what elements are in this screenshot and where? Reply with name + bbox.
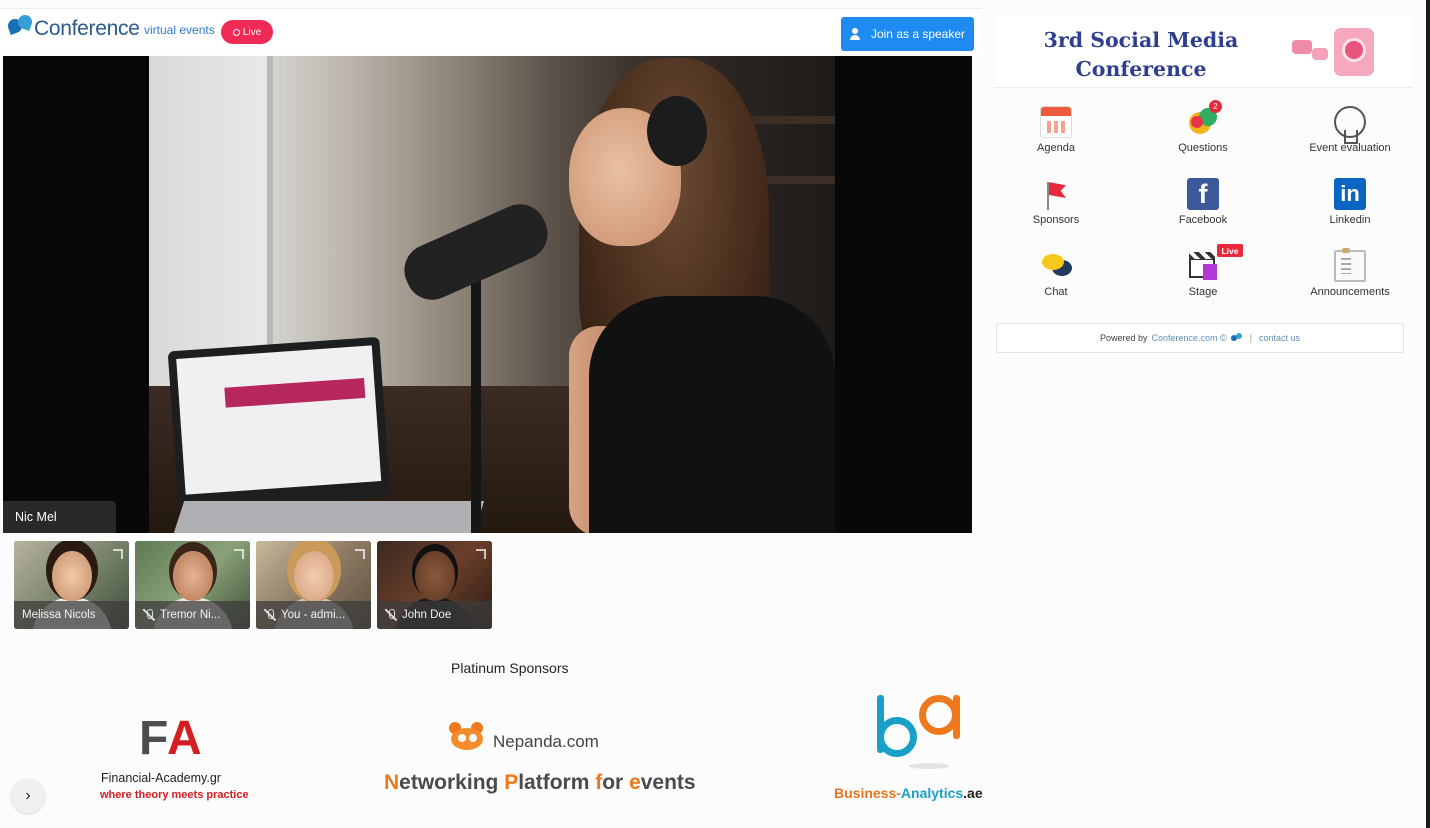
tagline-part: or xyxy=(602,771,630,794)
participant-name: John Doe xyxy=(402,609,452,621)
tile-linkedin[interactable]: in Linkedin xyxy=(1288,176,1412,238)
conference-link[interactable]: Conference.com © xyxy=(1151,333,1226,343)
tile-questions[interactable]: 2 Questions xyxy=(1118,100,1288,166)
social-media-illustration-icon xyxy=(1290,28,1390,78)
ba-name-part: Business- xyxy=(834,785,901,801)
speaker-video xyxy=(149,56,835,533)
questions-count-badge: 2 xyxy=(1209,100,1222,113)
tile-announcements[interactable]: Announcements xyxy=(1288,248,1412,310)
nepanda-tagline: Networking Platform for events xyxy=(384,771,696,795)
conference-logo-icon xyxy=(1230,332,1243,344)
participant-label: Tremor Ni... xyxy=(135,601,250,629)
calendar-icon xyxy=(1040,106,1072,138)
tile-label: Agenda xyxy=(1037,142,1075,154)
participant-name: Melissa Nicols xyxy=(22,609,96,621)
participant-name: Tremor Ni... xyxy=(160,609,221,621)
join-as-speaker-button[interactable]: Join as a speaker xyxy=(841,17,974,51)
business-analytics-name: Business-Analytics.ae xyxy=(834,785,983,801)
panda-icon xyxy=(447,722,487,752)
expand-icon[interactable] xyxy=(234,549,244,559)
participant-tile[interactable]: Tremor Ni... xyxy=(135,541,250,629)
event-menu-grid: Agenda 2 Questions Event evaluation Spon… xyxy=(994,100,1412,310)
speaker-name-tag: Nic Mel xyxy=(3,501,116,533)
participant-label: John Doe xyxy=(377,601,492,629)
questions-icon: 2 xyxy=(1187,100,1222,138)
financial-academy-name: Financial-Academy.gr xyxy=(101,771,221,785)
brand-logo[interactable]: Conference xyxy=(6,13,140,43)
stage-icon: Live xyxy=(1187,244,1243,282)
mic-muted-icon xyxy=(385,609,397,621)
nepanda-name[interactable]: Nepanda.com xyxy=(493,732,599,752)
participant-tile[interactable]: John Doe xyxy=(377,541,492,629)
sponsors-title: Platinum Sponsors xyxy=(451,660,569,676)
tile-agenda[interactable]: Agenda xyxy=(994,104,1118,166)
tagline-part: P xyxy=(504,771,519,794)
live-badge-label: Live xyxy=(242,26,262,38)
tile-facebook[interactable]: f Facebook xyxy=(1118,176,1288,238)
tile-label: Sponsors xyxy=(1032,214,1080,226)
speaker-person-icon xyxy=(849,28,866,40)
powered-by-footer: Powered by Conference.com © | contact us xyxy=(996,323,1404,353)
top-bar: Conference virtual events Live Join as a… xyxy=(0,8,982,54)
tile-label: Chat xyxy=(1044,286,1068,298)
participant-label: Melissa Nicols xyxy=(14,601,129,629)
financial-academy-logo[interactable]: F A xyxy=(139,711,209,767)
brand-name: Conference xyxy=(34,17,140,40)
powered-by-text: Powered by xyxy=(1099,333,1148,343)
facebook-icon: f xyxy=(1187,178,1219,210)
flag-icon xyxy=(1040,178,1072,210)
expand-icon[interactable] xyxy=(476,549,486,559)
tagline-part: e xyxy=(629,771,641,794)
tile-sponsors[interactable]: Sponsors xyxy=(994,176,1118,238)
evaluation-icon xyxy=(1334,106,1366,144)
tile-label: Linkedin xyxy=(1329,214,1371,226)
participant-name: You - admi... xyxy=(281,609,346,621)
ba-name-part: .ae xyxy=(963,785,983,801)
contact-us-link[interactable]: contact us xyxy=(1259,333,1300,343)
tile-label: Facebook xyxy=(1178,214,1228,226)
fa-mark-f: F xyxy=(139,712,169,765)
ba-name-part: Analytics xyxy=(900,785,964,801)
conference-logo-icon xyxy=(6,13,38,43)
announcements-icon xyxy=(1334,248,1366,282)
tile-label: Questions xyxy=(1178,142,1228,154)
live-dot-icon xyxy=(232,28,240,36)
tile-label: Announcements xyxy=(1310,286,1390,298)
main-video-stage[interactable]: Nic Mel xyxy=(3,56,972,533)
window-edge xyxy=(1426,0,1430,828)
expand-sidebar-chevron-icon[interactable]: › xyxy=(11,779,45,813)
app-root: Conference virtual events Live Join as a… xyxy=(0,0,1430,828)
live-badge: Live xyxy=(221,20,273,44)
event-header: 3rd Social Media Conference xyxy=(994,16,1412,88)
event-side-panel: 3rd Social Media Conference Agenda 2 Que… xyxy=(994,16,1412,353)
event-title: 3rd Social Media Conference xyxy=(1043,28,1239,81)
linkedin-icon: in xyxy=(1334,178,1366,210)
financial-academy-tagline: where theory meets practice xyxy=(100,789,249,801)
participant-label: You - admi... xyxy=(256,601,371,629)
mic-muted-icon xyxy=(143,609,155,621)
participant-tile[interactable]: You - admi... xyxy=(256,541,371,629)
brand-subtitle: virtual events xyxy=(144,23,215,37)
join-as-speaker-label: Join as a speaker xyxy=(870,27,966,41)
expand-icon[interactable] xyxy=(355,549,365,559)
participant-tile[interactable]: Melissa Nicols xyxy=(14,541,129,629)
tagline-part: vents xyxy=(640,771,696,794)
expand-icon[interactable] xyxy=(113,549,123,559)
tile-event-evaluation[interactable]: Event evaluation xyxy=(1288,104,1412,166)
chat-icon xyxy=(1040,250,1072,282)
stage-live-badge: Live xyxy=(1217,244,1243,257)
tagline-part: latform xyxy=(518,771,596,794)
participant-strip: Melissa Nicols Tremor Ni... You - admi..… xyxy=(14,541,492,629)
business-analytics-logo[interactable] xyxy=(875,693,965,769)
tile-stage[interactable]: Live Stage xyxy=(1118,244,1288,310)
fa-mark-a: A xyxy=(167,712,202,765)
tile-label: Stage xyxy=(1188,286,1218,298)
tagline-part: etworking xyxy=(399,771,505,794)
tagline-part: N xyxy=(384,771,400,794)
tile-chat[interactable]: Chat xyxy=(994,248,1118,310)
mic-muted-icon xyxy=(264,609,276,621)
